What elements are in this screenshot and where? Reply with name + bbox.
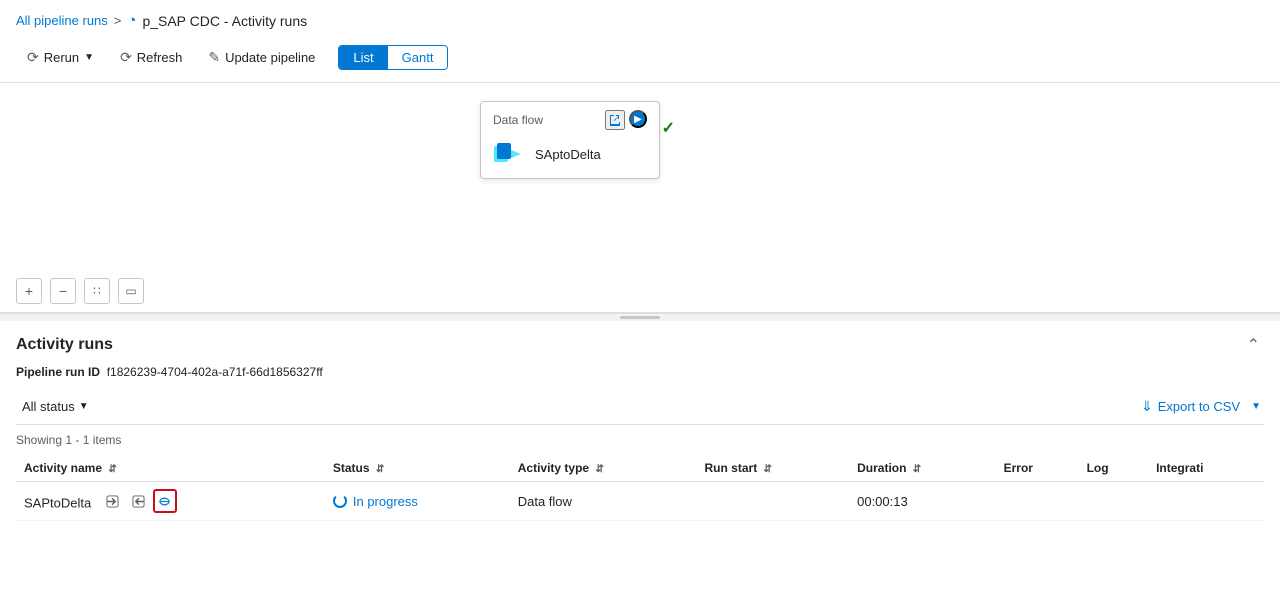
- open-external-icon[interactable]: [605, 110, 625, 130]
- rerun-label: Rerun: [44, 50, 79, 65]
- breadcrumb-current-page: p_SAP CDC - Activity runs: [142, 13, 307, 29]
- input-action-icon[interactable]: [101, 489, 125, 513]
- list-view-button[interactable]: List: [339, 46, 387, 69]
- cell-duration: 00:00:13: [849, 482, 996, 521]
- collapse-button[interactable]: ⌃: [1243, 333, 1264, 357]
- items-count: Showing 1 - 1 items: [16, 429, 1264, 455]
- pipeline-icon: ◔: [127, 12, 136, 29]
- fullscreen-button[interactable]: ▭: [118, 278, 144, 304]
- filter-row: All status ▼ ⇓ Export to CSV ▼: [16, 389, 1264, 425]
- export-right: ⇓ Export to CSV ▼: [1135, 395, 1264, 418]
- edit-icon: ✎: [208, 49, 220, 66]
- sort-icon-activity-name[interactable]: ⇵: [108, 464, 116, 475]
- activity-card-name: SAptoDelta: [535, 147, 601, 162]
- cell-activity-name: SAPtoDelta: [16, 482, 325, 521]
- col-header-error: Error: [996, 455, 1079, 482]
- activity-runs-section: Activity runs ⌃ Pipeline run ID f1826239…: [0, 321, 1280, 537]
- sort-icon-duration[interactable]: ⇵: [913, 464, 921, 475]
- dataflow-monitor-icon[interactable]: [153, 489, 177, 513]
- dataflow-icon: [493, 138, 525, 170]
- status-filter-chevron-icon: ▼: [79, 401, 89, 412]
- status-filter-button[interactable]: All status ▼: [16, 396, 95, 417]
- table-row: SAPtoDelta: [16, 482, 1264, 521]
- rerun-button[interactable]: ⟳ Rerun ▼: [16, 43, 105, 72]
- breadcrumb: All pipeline runs > ◔ p_SAP CDC - Activi…: [0, 0, 1280, 37]
- section-header: Activity runs ⌃: [16, 321, 1264, 365]
- refresh-button[interactable]: ⟳ Refresh: [109, 43, 193, 72]
- status-filter-label: All status: [22, 399, 75, 414]
- status-text: In progress: [353, 494, 418, 509]
- activity-card: Data flow ▶ SAptoDelta ✓: [480, 101, 660, 179]
- cell-error: [996, 482, 1079, 521]
- table-body: SAPtoDelta: [16, 482, 1264, 521]
- success-checkmark: ✓: [662, 118, 675, 138]
- activity-name-text: SAPtoDelta: [24, 496, 91, 511]
- canvas-controls: + − ∷ ▭: [16, 278, 144, 304]
- export-label: Export to CSV: [1158, 399, 1240, 414]
- gantt-view-button[interactable]: Gantt: [388, 46, 448, 69]
- view-toggle: List Gantt: [338, 45, 448, 70]
- card-header-icons: ▶: [605, 110, 647, 130]
- status-inprogress: In progress: [333, 494, 502, 509]
- cell-log: [1079, 482, 1149, 521]
- fit-view-button[interactable]: ∷: [84, 278, 110, 304]
- col-header-run-start: Run start ⇵: [697, 455, 850, 482]
- resize-bar: [620, 316, 660, 319]
- run-status-icon[interactable]: ▶: [629, 110, 647, 128]
- col-header-integration: Integrati: [1148, 455, 1264, 482]
- output-action-icon[interactable]: [127, 489, 151, 513]
- export-chevron-button[interactable]: ▼: [1248, 398, 1264, 415]
- pipeline-run-id: Pipeline run ID f1826239-4704-402a-a71f-…: [16, 365, 1264, 379]
- download-icon: ⇓: [1141, 398, 1153, 415]
- breadcrumb-separator: >: [114, 13, 122, 28]
- pipeline-run-id-value: f1826239-4704-402a-a71f-66d1856327ff: [107, 365, 323, 379]
- toolbar: ⟳ Rerun ▼ ⟳ Refresh ✎ Update pipeline Li…: [0, 37, 1280, 83]
- update-pipeline-button[interactable]: ✎ Update pipeline: [197, 43, 326, 72]
- cell-run-start: [697, 482, 850, 521]
- section-title: Activity runs: [16, 336, 113, 354]
- col-header-activity-type: Activity type ⇵: [510, 455, 697, 482]
- activity-runs-table: Activity name ⇵ Status ⇵ Activity type ⇵…: [16, 455, 1264, 521]
- rerun-chevron-icon: ▼: [84, 52, 94, 63]
- table-header: Activity name ⇵ Status ⇵ Activity type ⇵…: [16, 455, 1264, 482]
- sort-icon-activity-type[interactable]: ⇵: [595, 464, 603, 475]
- col-header-status: Status ⇵: [325, 455, 510, 482]
- update-pipeline-label: Update pipeline: [225, 50, 315, 65]
- card-type-label: Data flow: [493, 113, 543, 127]
- card-body: SAptoDelta: [493, 138, 647, 170]
- col-header-activity-name: Activity name ⇵: [16, 455, 325, 482]
- rerun-icon: ⟳: [27, 49, 39, 66]
- cell-activity-type: Data flow: [510, 482, 697, 521]
- zoom-out-button[interactable]: −: [50, 278, 76, 304]
- sort-icon-run-start[interactable]: ⇵: [764, 464, 772, 475]
- card-header-left: Data flow: [493, 113, 543, 127]
- resize-handle[interactable]: [0, 313, 1280, 321]
- in-progress-spinner: [333, 494, 347, 508]
- zoom-in-button[interactable]: +: [16, 278, 42, 304]
- card-header: Data flow ▶: [493, 110, 647, 130]
- row-action-icons: [101, 489, 177, 513]
- pipeline-run-id-label: Pipeline run ID: [16, 365, 100, 379]
- refresh-label: Refresh: [137, 50, 183, 65]
- col-header-duration: Duration ⇵: [849, 455, 996, 482]
- col-header-log: Log: [1079, 455, 1149, 482]
- cell-integration: [1148, 482, 1264, 521]
- export-dropdown-icon: ▼: [1251, 401, 1261, 412]
- pipeline-canvas: Data flow ▶ SAptoDelta ✓: [0, 83, 1280, 313]
- breadcrumb-all-pipeline-runs[interactable]: All pipeline runs: [16, 13, 108, 28]
- sort-icon-status[interactable]: ⇵: [376, 464, 384, 475]
- export-csv-button[interactable]: ⇓ Export to CSV: [1135, 395, 1246, 418]
- refresh-icon: ⟳: [120, 49, 132, 66]
- cell-status: In progress: [325, 482, 510, 521]
